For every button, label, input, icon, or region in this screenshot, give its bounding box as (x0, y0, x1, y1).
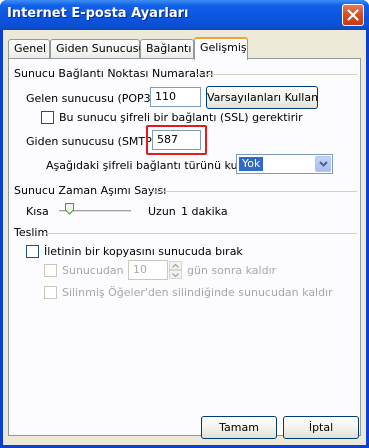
encryption-type-label: Aşağıdaki şifreli bağlantı türünü kullan… (46, 159, 262, 172)
section-title-timeouts: Sunucu Zaman Aşımı Sayısı (14, 184, 167, 197)
section-title-delivery: Teslim (14, 226, 49, 239)
remove-after-checkbox[interactable] (44, 264, 57, 277)
close-button[interactable] (342, 4, 364, 26)
keep-copy-label: İletinin bir kopyasını sunucuda bırak (44, 245, 243, 258)
dropdown-arrow-button[interactable] (315, 156, 331, 172)
keep-copy-checkbox[interactable] (26, 245, 39, 258)
remove-deleted-checkbox[interactable] (44, 286, 57, 299)
incoming-port-input[interactable]: 110 (150, 87, 201, 107)
timeout-short-label: Kısa (26, 205, 49, 218)
chevron-up-icon (172, 263, 179, 268)
window-title: Internet E-posta Ayarları (7, 6, 189, 21)
use-defaults-button[interactable]: Varsayılanları Kullan (206, 86, 318, 109)
ok-button[interactable]: Tamam (201, 416, 277, 439)
chevron-down-icon (172, 272, 179, 277)
tab-baglanti[interactable]: Bağlantı (140, 39, 194, 59)
timeout-slider-thumb[interactable] (65, 203, 75, 215)
spin-down-button[interactable] (169, 270, 182, 279)
ssl-incoming-checkbox[interactable] (41, 111, 54, 124)
timeout-value-label: 1 dakika (181, 205, 228, 218)
section-divider-timeouts (149, 191, 357, 192)
remove-after-suffix: gün sonra kaldır (187, 264, 277, 277)
section-title-ports: Sunucu Bağlantı Noktası Numaraları (14, 67, 214, 80)
incoming-server-label: Gelen sunucusu (POP3): (26, 92, 159, 105)
section-divider-delivery (46, 233, 357, 234)
close-icon (347, 9, 359, 21)
encryption-type-value: Yok (239, 157, 264, 171)
dialog-client-area: Genel Giden Sunucusu Bağlantı Gelişmiş S… (3, 30, 366, 445)
days-spinner[interactable] (169, 261, 182, 279)
tab-gelismis[interactable]: Gelişmiş (194, 37, 248, 60)
chevron-down-icon (318, 161, 328, 167)
section-divider-ports (197, 74, 357, 75)
title-bar[interactable]: Internet E-posta Ayarları (0, 0, 369, 30)
tab-giden-sunucusu[interactable]: Giden Sunucusu (50, 39, 145, 59)
spin-up-button[interactable] (169, 261, 182, 270)
remove-after-label: Sunucudan (62, 264, 124, 277)
dialog-window: Internet E-posta Ayarları Genel Giden Su… (0, 0, 369, 448)
outgoing-server-label: Giden sunucusu (SMTP): (26, 135, 160, 148)
outgoing-port-input[interactable]: 587 (152, 130, 201, 150)
remove-deleted-label: Silinmiş Öğeler'den silindiğinde sunucud… (62, 286, 333, 299)
remove-after-days-input[interactable]: 10 (128, 260, 168, 280)
timeout-long-label: Uzun (148, 205, 176, 218)
encryption-type-select[interactable]: Yok (236, 154, 333, 174)
ssl-incoming-label: Bu sunucu şifreli bir bağlantı (SSL) ger… (59, 111, 303, 124)
tab-genel[interactable]: Genel (8, 39, 50, 59)
tab-panel-gelismis: Sunucu Bağlantı Noktası Numaraları Gelen… (8, 58, 361, 436)
cancel-button[interactable]: İptal (283, 416, 359, 439)
